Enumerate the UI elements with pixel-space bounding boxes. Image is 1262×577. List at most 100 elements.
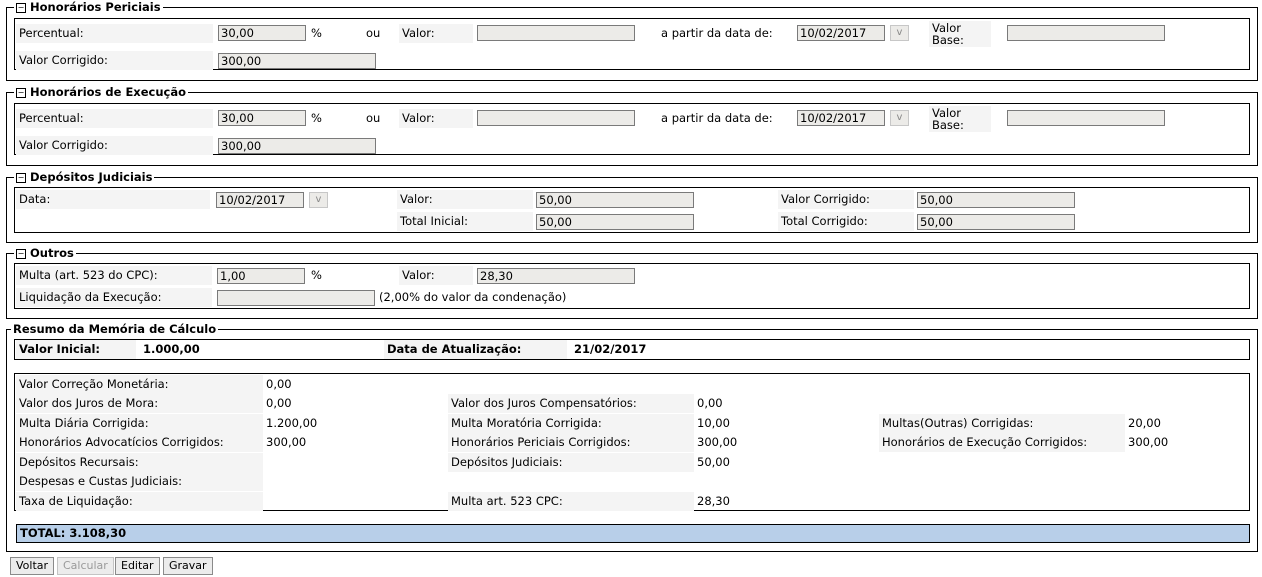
legend-depositos-judiciais[interactable]: − Depósitos Judiciais	[14, 170, 155, 184]
dep-jud-label: Depósitos Judiciais:	[448, 453, 694, 472]
data-input[interactable]	[797, 25, 885, 41]
dep-jud-value: 50,00	[697, 455, 730, 469]
multa-input[interactable]	[217, 268, 305, 284]
resumo-header-box: Valor Inicial: 1.000,00 Data de Atualiza…	[14, 339, 1250, 360]
multa-moratoria-label: Multa Moratória Corrigida:	[448, 414, 694, 433]
despesas-label: Despesas e Custas Judiciais:	[16, 472, 263, 491]
total-bar: TOTAL: 3.108,30	[16, 524, 1250, 543]
honorarios-execucao-box: Percentual: % ou Valor: a partir da data…	[14, 103, 1250, 155]
multa523-label: Multa art. 523 CPC:	[448, 492, 694, 511]
collapse-icon[interactable]: −	[16, 249, 26, 259]
editar-button[interactable]: Editar	[115, 557, 160, 575]
multa523-value: 28,30	[697, 494, 730, 508]
juros-comp-label: Valor dos Juros Compensatórios:	[448, 394, 694, 413]
hon-exec-value: 300,00	[1128, 435, 1169, 449]
multa-moratoria-value: 10,00	[697, 416, 730, 430]
total-corrigido-input[interactable]	[917, 214, 1075, 230]
valor-base-input[interactable]	[1007, 110, 1165, 126]
depositos-judiciais-box: Data: v Valor: Valor Corrigido: Total In…	[14, 187, 1250, 233]
juros-mora-value: 0,00	[266, 396, 292, 410]
valor-label: Valor:	[397, 190, 533, 209]
percentual-label: Percentual:	[16, 109, 213, 128]
total-corrigido-label: Total Corrigido:	[778, 212, 914, 231]
valor-corrigido-label: Valor Corrigido:	[778, 190, 914, 209]
data-atualizacao-value: 21/02/2017	[574, 342, 647, 356]
multas-outras-value: 20,00	[1128, 416, 1161, 430]
legend-text: Honorários de Execução	[30, 85, 186, 99]
percentual-input[interactable]	[218, 110, 306, 126]
correcao-label: Valor Correção Monetária:	[16, 375, 263, 394]
juros-mora-label: Valor dos Juros de Mora:	[16, 394, 263, 413]
valor-corrigido-label: Valor Corrigido:	[16, 51, 213, 70]
total-inicial-input[interactable]	[536, 214, 694, 230]
total-inicial-label: Total Inicial:	[397, 212, 533, 231]
data-label: a partir da data de:	[661, 26, 773, 40]
multa-diaria-label: Multa Diária Corrigida:	[16, 414, 263, 433]
valor-label: Valor:	[399, 24, 473, 43]
hon-adv-value: 300,00	[266, 435, 307, 449]
valor-inicial-label: Valor Inicial:	[16, 340, 136, 359]
data-atualizacao-label: Data de Atualização:	[384, 340, 567, 359]
legend-resumo: Resumo da Memória de Cálculo	[11, 322, 219, 336]
valor-corrigido-input[interactable]	[218, 53, 376, 69]
juros-comp-value: 0,00	[697, 396, 723, 410]
valor-inicial-value: 1.000,00	[143, 342, 200, 356]
collapse-icon[interactable]: −	[16, 3, 26, 13]
valor-base-label-line2: Base:	[932, 33, 964, 47]
liquidacao-input[interactable]	[217, 290, 375, 306]
legend-outros[interactable]: − Outros	[14, 246, 76, 260]
ou-text: ou	[366, 111, 381, 125]
valor-base-label: Valor Base:	[929, 106, 991, 132]
valor-corrigido-label: Valor Corrigido:	[16, 136, 213, 155]
percent-sign: %	[311, 268, 322, 282]
legend-honorarios-execucao[interactable]: − Honorários de Execução	[14, 85, 188, 99]
valor-label: Valor:	[399, 109, 473, 128]
voltar-button[interactable]: Voltar	[10, 557, 55, 575]
valor-base-label-line2: Base:	[932, 118, 964, 132]
percentual-input[interactable]	[218, 25, 306, 41]
valor-input[interactable]	[477, 25, 635, 41]
valor-label: Valor:	[399, 266, 473, 285]
taxa-label: Taxa de Liquidação:	[16, 492, 263, 511]
valor-corrigido-input[interactable]	[218, 138, 376, 154]
legend-text: Honorários Periciais	[30, 0, 161, 14]
multas-outras-label: Multas(Outras) Corrigidas:	[879, 414, 1125, 433]
multa-label: Multa (art. 523 do CPC):	[16, 266, 212, 285]
correcao-value: 0,00	[266, 377, 292, 391]
valor-base-label: Valor Base:	[929, 21, 991, 47]
date-picker-button[interactable]: v	[309, 192, 328, 208]
valor-base-input[interactable]	[1007, 25, 1165, 41]
percent-sign: %	[311, 26, 322, 40]
valor-input[interactable]	[477, 110, 635, 126]
legend-text: Depósitos Judiciais	[30, 170, 153, 184]
percentual-label: Percentual:	[16, 24, 213, 43]
honorarios-periciais-box: Percentual: % ou Valor: a partir da data…	[14, 18, 1250, 70]
valor-input[interactable]	[477, 268, 635, 284]
hon-per-label: Honorários Periciais Corrigidos:	[448, 433, 694, 452]
percent-sign: %	[311, 111, 322, 125]
gravar-button[interactable]: Gravar	[163, 557, 213, 575]
liquidacao-label: Liquidação da Execução:	[16, 288, 212, 307]
collapse-icon[interactable]: −	[16, 173, 26, 183]
valor-input[interactable]	[536, 192, 694, 208]
data-input[interactable]	[797, 110, 885, 126]
resumo-detail-box: Valor Correção Monetária: 0,00 Valor dos…	[14, 373, 1250, 511]
data-input[interactable]	[216, 192, 304, 208]
liquidacao-note: (2,00% do valor da condenação)	[379, 290, 567, 304]
data-label: a partir da data de:	[661, 111, 773, 125]
multa-diaria-value: 1.200,00	[266, 416, 318, 430]
legend-honorarios-periciais[interactable]: − Honorários Periciais	[14, 0, 163, 14]
outros-box: Multa (art. 523 do CPC): % Valor: Liquid…	[14, 263, 1250, 309]
data-label: Data:	[16, 190, 210, 209]
date-picker-button[interactable]: v	[890, 25, 909, 41]
collapse-icon[interactable]: −	[16, 88, 26, 98]
legend-text: Outros	[30, 246, 74, 260]
ou-text: ou	[366, 26, 381, 40]
calcular-button[interactable]: Calcular	[57, 557, 114, 575]
hon-exec-label: Honorários de Execução Corrigidos:	[879, 433, 1125, 452]
valor-corrigido-input[interactable]	[917, 192, 1075, 208]
hon-adv-label: Honorários Advocatícios Corrigidos:	[16, 433, 263, 452]
hon-per-value: 300,00	[697, 435, 738, 449]
dep-rec-label: Depósitos Recursais:	[16, 453, 263, 472]
date-picker-button[interactable]: v	[890, 110, 909, 126]
